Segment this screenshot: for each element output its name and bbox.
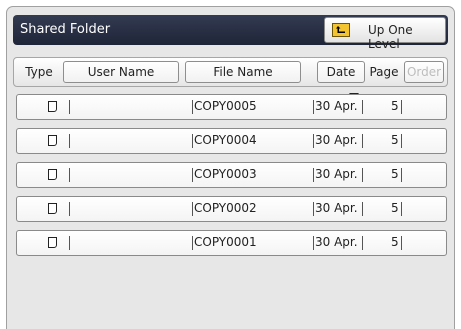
column-separator — [69, 168, 70, 182]
column-separator — [192, 134, 193, 148]
column-separator — [401, 168, 402, 182]
folder-title: Shared Folder — [20, 22, 111, 37]
file-date: 30 Apr. — [315, 235, 358, 249]
document-icon — [48, 135, 57, 146]
file-row[interactable]: COPY0001 30 Apr. 5 — [16, 230, 447, 256]
column-separator — [313, 236, 314, 250]
file-pages: 5 — [391, 99, 399, 113]
column-separator — [362, 100, 363, 114]
column-separator — [401, 236, 402, 250]
column-separator — [313, 100, 314, 114]
file-pages: 5 — [391, 133, 399, 147]
file-pages: 5 — [391, 167, 399, 181]
column-separator — [401, 134, 402, 148]
document-icon — [48, 169, 57, 180]
sort-by-date-button[interactable]: Date — [317, 61, 365, 83]
file-date: 30 Apr. — [315, 167, 358, 181]
file-name: COPY0001 — [194, 235, 257, 249]
up-one-level-button[interactable]: Up One Level — [324, 17, 446, 51]
folder-title-bar: Shared Folder Up One Level — [13, 15, 448, 51]
column-separator — [69, 134, 70, 148]
up-one-level-label: Up One Level — [368, 23, 413, 51]
column-type: Type — [25, 65, 53, 79]
column-separator — [313, 202, 314, 216]
column-separator — [401, 202, 402, 216]
column-page: Page — [369, 65, 399, 79]
column-header-row: Type User Name File Name Date Page Order — [13, 57, 448, 87]
file-name: COPY0005 — [194, 99, 257, 113]
file-pages: 5 — [391, 201, 399, 215]
file-date: 30 Apr. — [315, 99, 358, 113]
column-separator — [401, 100, 402, 114]
file-row[interactable]: COPY0004 30 Apr. 5 — [16, 128, 447, 154]
file-name: COPY0003 — [194, 167, 257, 181]
column-separator — [192, 202, 193, 216]
column-separator — [362, 236, 363, 250]
file-name: COPY0002 — [194, 201, 257, 215]
folder-up-icon — [332, 23, 350, 37]
file-date: 30 Apr. — [315, 133, 358, 147]
column-separator — [313, 168, 314, 182]
column-separator — [192, 236, 193, 250]
column-separator — [362, 134, 363, 148]
file-row[interactable]: COPY0002 30 Apr. 5 — [16, 196, 447, 222]
column-separator — [362, 168, 363, 182]
column-separator — [69, 236, 70, 250]
document-icon — [48, 237, 57, 248]
file-pages: 5 — [391, 235, 399, 249]
document-icon — [48, 101, 57, 112]
file-row[interactable]: COPY0003 30 Apr. 5 — [16, 162, 447, 188]
sort-by-file-name-button[interactable]: File Name — [185, 61, 301, 83]
column-separator — [192, 168, 193, 182]
column-separator — [69, 202, 70, 216]
sort-by-user-name-button[interactable]: User Name — [63, 61, 179, 83]
column-separator — [192, 100, 193, 114]
column-separator — [69, 100, 70, 114]
file-date: 30 Apr. — [315, 201, 358, 215]
column-separator — [362, 202, 363, 216]
file-row[interactable]: COPY0005 30 Apr. 5 — [16, 94, 447, 120]
document-icon — [48, 203, 57, 214]
file-name: COPY0004 — [194, 133, 257, 147]
sort-by-order-button[interactable]: Order — [404, 61, 444, 83]
column-separator — [313, 134, 314, 148]
